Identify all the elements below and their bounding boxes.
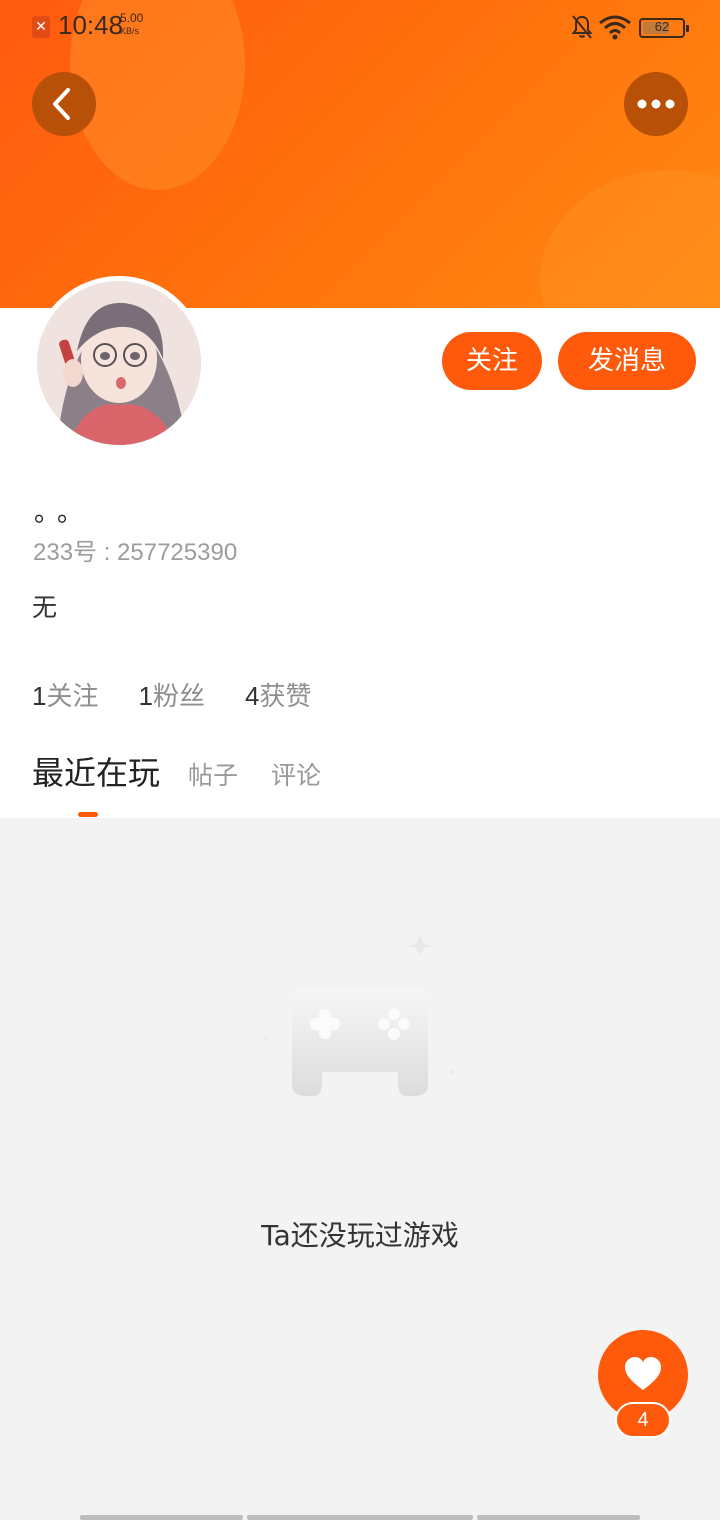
tab-comments[interactable]: 评论	[271, 756, 321, 792]
empty-state-text: Ta还没玩过游戏	[261, 1219, 459, 1252]
stat-value: 1	[138, 681, 153, 711]
nav-gesture-bar	[247, 1515, 473, 1520]
network-speed-value: 5.00	[120, 11, 144, 25]
stat-label: 获赞	[259, 682, 312, 712]
sim-error-icon: ✕	[32, 16, 50, 38]
nav-gesture-bar	[80, 1515, 243, 1520]
bell-muted-icon	[571, 15, 593, 39]
stat-label: 粉丝	[152, 682, 205, 712]
follow-button[interactable]: 关注	[442, 332, 542, 390]
more-dots-icon	[637, 99, 675, 109]
profile-uid: 233号 : 257725390	[33, 539, 238, 566]
stat-likes[interactable]: 4 获赞	[245, 676, 311, 713]
tab-posts[interactable]: 帖子	[188, 756, 238, 792]
network-speed: 5.00 KB/s	[120, 12, 143, 38]
avatar[interactable]	[32, 276, 206, 450]
gamepad-icon	[263, 936, 455, 1096]
profile-stats: 1 关注 1 粉丝 4 获赞	[32, 676, 311, 713]
send-message-button[interactable]: 发消息	[558, 332, 696, 390]
stat-value: 1	[32, 681, 47, 711]
profile-bio: 无	[32, 593, 58, 622]
status-bar: ✕ 10:48 5.00 KB/s 62	[0, 0, 720, 56]
stat-followers[interactable]: 1 粉丝	[138, 676, 204, 713]
stat-value: 4	[244, 681, 260, 711]
profile-nickname: 。。	[34, 498, 94, 528]
active-tab-indicator	[78, 812, 98, 817]
battery-level: 62	[654, 19, 670, 34]
header-decoration	[540, 170, 720, 308]
wifi-icon	[599, 15, 631, 40]
status-time: 10:48	[58, 10, 124, 40]
chevron-left-icon	[53, 88, 70, 120]
avatar-image	[37, 281, 201, 445]
tab-recently-played[interactable]: 最近在玩	[32, 748, 160, 794]
profile-tabs: 最近在玩 帖子 评论	[32, 752, 692, 818]
heart-icon	[625, 1357, 661, 1390]
back-button[interactable]	[32, 72, 96, 136]
battery-tip	[686, 25, 689, 32]
battery-indicator: 62	[639, 18, 689, 38]
nav-gesture-bar	[477, 1515, 640, 1520]
network-speed-unit: KB/s	[120, 26, 140, 36]
like-count-badge: 4	[615, 1402, 671, 1438]
stat-label: 关注	[46, 682, 99, 712]
stat-following[interactable]: 1 关注	[32, 676, 98, 713]
anime-girl-avatar-icon	[37, 281, 201, 445]
more-options-button[interactable]	[624, 72, 688, 136]
